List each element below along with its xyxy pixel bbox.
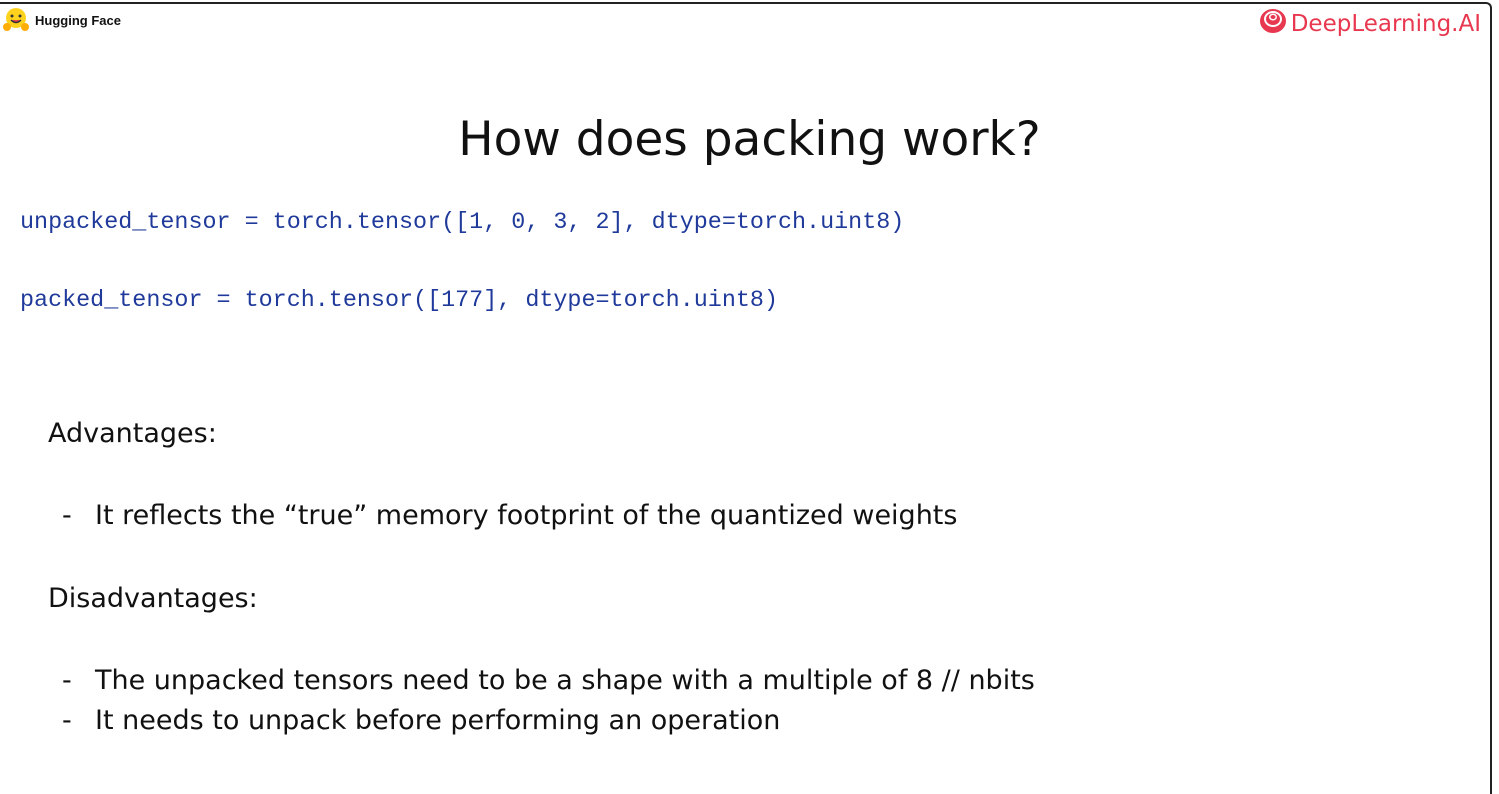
advantage-text: It reflects the “true” memory footprint … [95,500,958,531]
bullet-dash: - [62,665,72,696]
deeplearning-ai-logo-icon [1259,8,1287,40]
hugging-face-brand: Hugging Face [2,6,121,34]
deeplearning-ai-brand: DeepLearning.AI [1259,8,1481,40]
hugging-face-logo-icon [2,6,30,34]
hugging-face-label: Hugging Face [35,12,121,28]
disadvantage-item: - It needs to unpack before performing an… [62,705,780,736]
slide-title: How does packing work? [458,112,1041,167]
code-line-packed: packed_tensor = torch.tensor([177], dtyp… [20,288,778,314]
disadvantages-heading: Disadvantages: [48,583,258,614]
disadvantage-text: The unpacked tensors need to be a shape … [95,665,1035,696]
disadvantage-item: - The unpacked tensors need to be a shape… [62,665,1035,696]
code-line-unpacked: unpacked_tensor = torch.tensor([1, 0, 3,… [20,210,905,236]
bullet-dash: - [62,705,72,736]
disadvantage-text: It needs to unpack before performing an … [95,705,781,736]
advantages-heading: Advantages: [48,418,217,449]
deeplearning-ai-label: DeepLearning.AI [1290,11,1481,37]
bullet-dash: - [62,500,72,531]
advantage-item: - It reflects the “true” memory footprint… [62,500,957,531]
